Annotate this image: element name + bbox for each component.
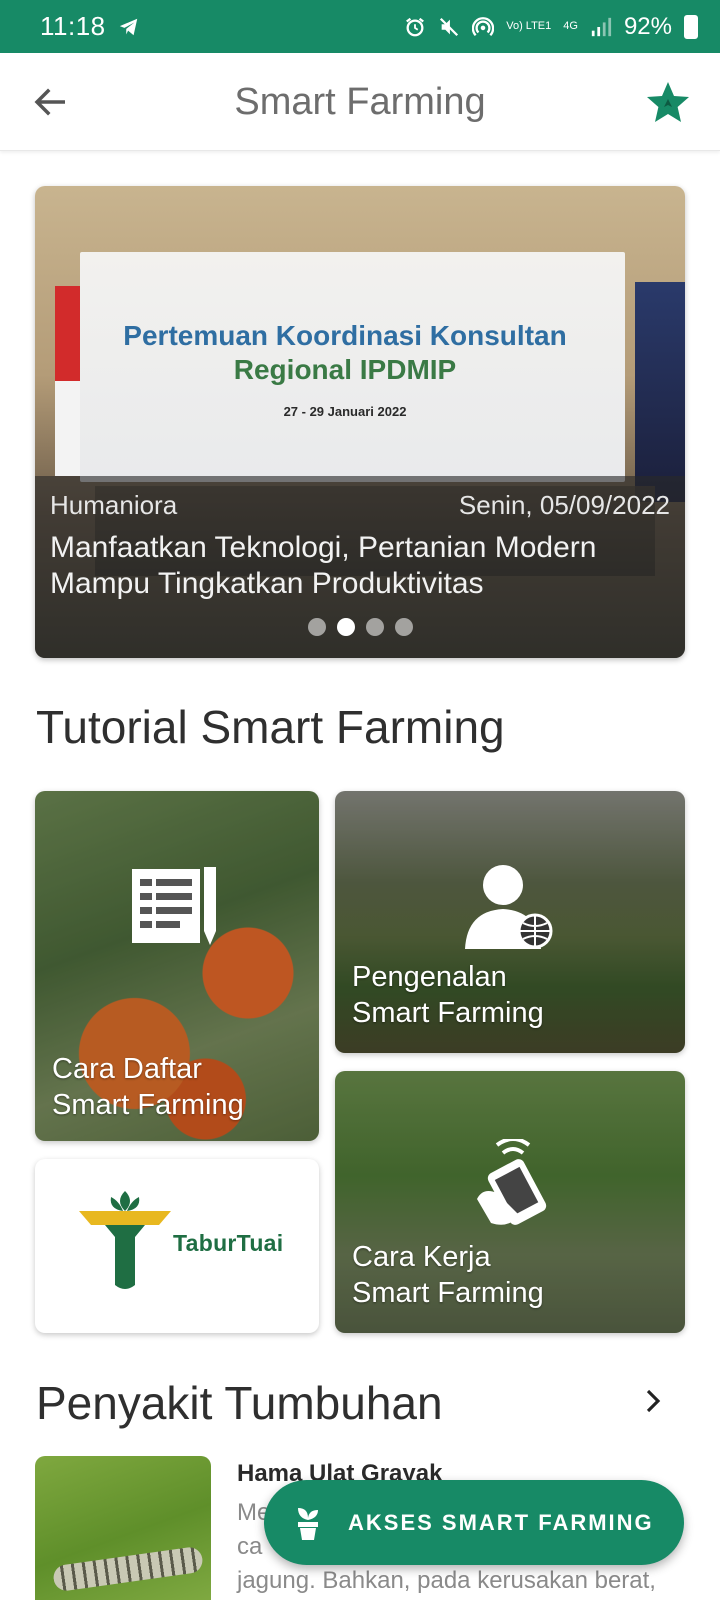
favorite-star-icon[interactable]: [644, 79, 692, 127]
akses-smart-farming-button[interactable]: AKSES SMART FARMING: [264, 1480, 684, 1565]
card-pengenalan[interactable]: Pengenalan Smart Farming: [335, 791, 685, 1053]
card-label-line2: Smart Farming: [52, 1089, 244, 1121]
hand-phone-signal-icon: [477, 1139, 547, 1225]
carousel-dot[interactable]: [365, 618, 384, 636]
carousel-indicator: [35, 618, 685, 636]
backdrop-text-line2: Regional IPDMIP: [233, 354, 457, 385]
card-label-line1: Cara Kerja: [352, 1241, 491, 1273]
news-date: Senin, 05/09/2022: [458, 490, 670, 520]
chevron-right-icon[interactable]: [638, 1386, 668, 1416]
disease-thumbnail[interactable]: [35, 1456, 211, 1600]
news-carousel[interactable]: Pertemuan Koordinasi Konsultan Regional …: [35, 186, 685, 658]
signal-icon: [591, 17, 612, 36]
status-bar: 11:18 Vo) LTE1 4G 92%: [0, 0, 720, 53]
taburtuai-logo-icon: [79, 1191, 171, 1289]
news-headline[interactable]: Manfaatkan Teknologi, Pertanian Modern M…: [50, 530, 670, 602]
status-time: 11:18: [40, 11, 106, 41]
fab-label: AKSES SMART FARMING: [348, 1509, 654, 1535]
hotspot-icon: [472, 16, 495, 36]
disease-desc-line3: jagung. Bahkan, pada kerusakan berat,: [237, 1567, 656, 1594]
card-taburtuai-logo[interactable]: TaburTuai: [35, 1159, 319, 1333]
form-document-icon: [132, 867, 216, 945]
backdrop-text-line1: Pertemuan Koordinasi Konsultan: [123, 320, 567, 351]
card-label-line1: Cara Daftar: [52, 1053, 202, 1085]
card-label-line2: Smart Farming: [352, 1277, 544, 1309]
penyakit-heading: Penyakit Tumbuhan: [36, 1377, 443, 1429]
banner-screen: [635, 282, 685, 502]
card-label-line2: Smart Farming: [352, 997, 544, 1029]
caterpillar-image: [51, 1545, 205, 1593]
battery-percent: 92%: [623, 12, 672, 40]
page-title: Smart Farming: [234, 81, 486, 123]
taburtuai-wordmark: TaburTuai: [173, 1230, 284, 1256]
telegram-icon: [119, 18, 137, 35]
alarm-icon: [406, 17, 425, 36]
carousel-dot[interactable]: [307, 618, 326, 636]
card-label-line1: Pengenalan: [352, 961, 507, 993]
tutorial-heading: Tutorial Smart Farming: [36, 701, 505, 753]
mute-icon: [440, 17, 459, 36]
card-cara-kerja[interactable]: Cara Kerja Smart Farming: [335, 1071, 685, 1333]
top-app-bar: Smart Farming: [0, 53, 720, 151]
user-globe-icon: [465, 865, 553, 949]
news-category: Humaniora: [50, 490, 178, 520]
plant-pot-icon: [298, 1507, 318, 1540]
backdrop-text-date: 27 - 29 Januari 2022: [283, 404, 407, 419]
network-label: Vo) LTE1: [506, 20, 552, 32]
card-cara-daftar[interactable]: Cara Daftar Smart Farming: [35, 791, 319, 1141]
data-label: 4G: [563, 20, 578, 32]
battery-icon: [684, 14, 698, 39]
banner-flag: [55, 286, 81, 476]
carousel-dot-active[interactable]: [336, 618, 355, 636]
carousel-dot[interactable]: [394, 618, 413, 636]
